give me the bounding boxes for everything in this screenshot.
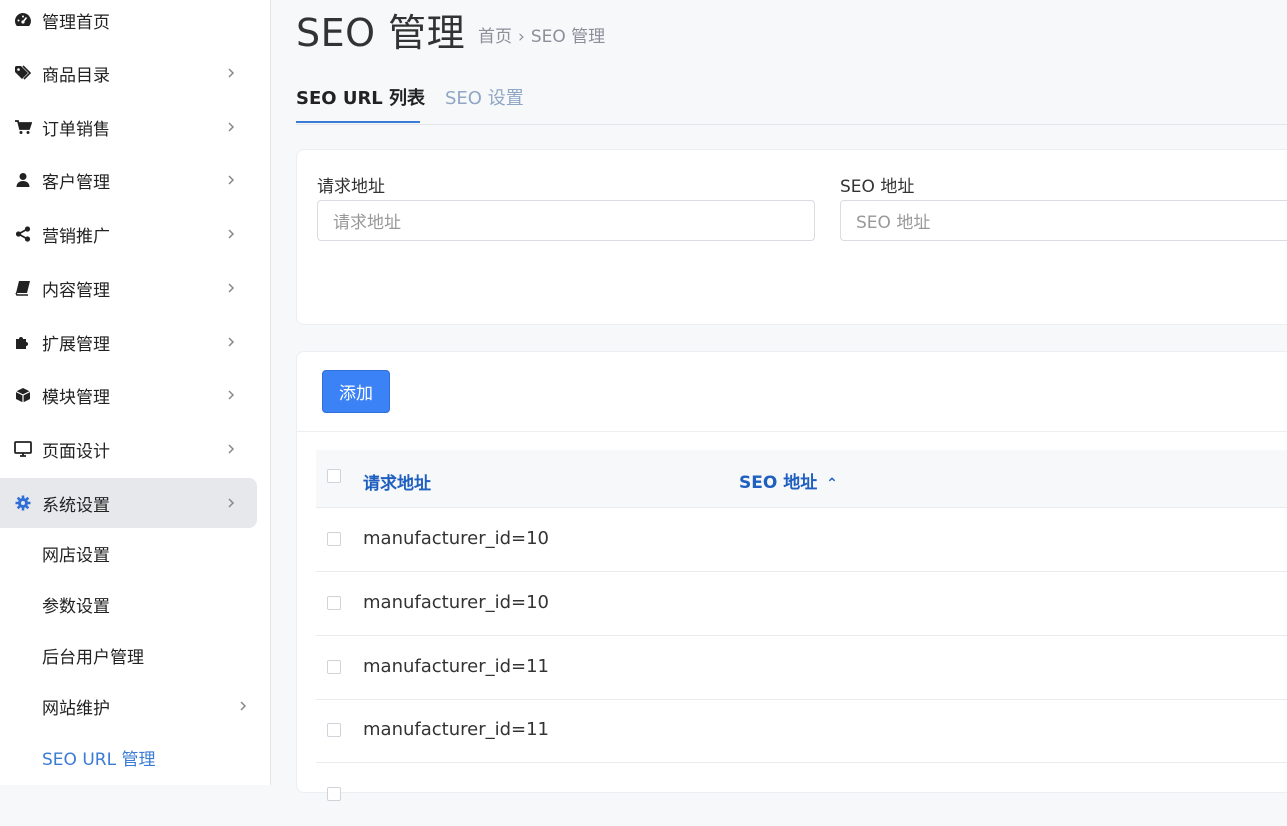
page-title: SEO 管理 bbox=[296, 11, 466, 55]
sidebar-item-system-settings[interactable]: 系统设置 bbox=[0, 478, 257, 528]
tab-seo-url-list[interactable]: SEO URL 列表 bbox=[296, 84, 425, 110]
monitor-icon bbox=[14, 440, 32, 458]
table-row[interactable]: manufacturer_id=11 bbox=[316, 636, 1287, 700]
sidebar-item-label: 扩展管理 bbox=[42, 334, 110, 355]
cart-icon bbox=[14, 118, 32, 136]
puzzle-icon bbox=[14, 333, 32, 351]
select-all-checkbox[interactable] bbox=[327, 469, 341, 483]
sidebar-item-label: 订单销售 bbox=[42, 119, 110, 140]
chevron-right-icon bbox=[228, 68, 235, 78]
chevron-right-icon bbox=[228, 444, 235, 454]
table-row[interactable]: manufacturer_id=11 bbox=[316, 699, 1287, 763]
tab-seo-settings[interactable]: SEO 设置 bbox=[445, 84, 524, 110]
request-cell: manufacturer_id=11 bbox=[363, 719, 550, 740]
sidebar-item-label: 营销推广 bbox=[42, 226, 110, 247]
table-row[interactable] bbox=[316, 763, 1287, 826]
add-button[interactable]: 添加 bbox=[322, 370, 390, 413]
row-checkbox[interactable] bbox=[327, 532, 341, 546]
filter-card: 请求地址 请求地址 SEO 地址 SEO 地址 bbox=[296, 149, 1287, 325]
breadcrumb-current: SEO 管理 bbox=[530, 27, 606, 47]
tab-bar: SEO URL 列表 SEO 设置 bbox=[296, 70, 1287, 125]
sidebar-item-label: 客户管理 bbox=[42, 172, 110, 193]
sidebar-subitem-store-settings[interactable]: 网店设置 bbox=[42, 538, 110, 568]
request-cell: manufacturer_id=10 bbox=[363, 528, 550, 549]
request-cell: manufacturer_id=10 bbox=[363, 592, 550, 613]
column-header-seo-label: SEO 地址 bbox=[739, 473, 818, 493]
gear-icon bbox=[14, 494, 32, 512]
breadcrumb: 首页 › SEO 管理 bbox=[478, 22, 605, 47]
request-address-label: 请求地址 bbox=[317, 177, 385, 197]
sidebar-item-catalog[interactable]: 商品目录 bbox=[0, 48, 257, 98]
chevron-right-icon bbox=[228, 229, 235, 239]
sidebar-item-label: 模块管理 bbox=[42, 387, 110, 408]
seo-address-input[interactable]: SEO 地址 bbox=[840, 200, 1287, 241]
chevron-right-icon bbox=[228, 390, 235, 400]
sidebar-item-marketing[interactable]: 营销推广 bbox=[0, 209, 257, 259]
column-header-request[interactable]: 请求地址 bbox=[363, 469, 431, 494]
sidebar-item-label: 页面设计 bbox=[42, 441, 110, 462]
cube-icon bbox=[14, 386, 32, 404]
breadcrumb-home[interactable]: 首页 bbox=[478, 27, 512, 47]
tags-icon bbox=[14, 64, 32, 82]
dashboard-icon bbox=[14, 11, 32, 29]
chevron-right-icon bbox=[228, 498, 235, 508]
chevron-right-icon bbox=[240, 701, 247, 711]
user-icon bbox=[14, 171, 32, 189]
request-address-input[interactable]: 请求地址 bbox=[317, 200, 815, 241]
sidebar-item-label: 管理首页 bbox=[42, 12, 110, 33]
row-checkbox[interactable] bbox=[327, 596, 341, 610]
request-cell: manufacturer_id=11 bbox=[363, 656, 550, 677]
table-header: 请求地址 SEO 地址 ⌃ bbox=[316, 450, 1287, 508]
table-row[interactable]: manufacturer_id=10 bbox=[316, 572, 1287, 636]
divider bbox=[297, 431, 1287, 432]
sidebar-item-label: 内容管理 bbox=[42, 280, 110, 301]
seo-address-label: SEO 地址 bbox=[840, 177, 915, 197]
chevron-right-icon bbox=[228, 175, 235, 185]
active-tab-indicator bbox=[296, 121, 420, 123]
sidebar-item-dashboard[interactable]: 管理首页 bbox=[0, 0, 257, 45]
sidebar-item-extensions[interactable]: 扩展管理 bbox=[0, 317, 257, 367]
column-header-seo[interactable]: SEO 地址 ⌃ bbox=[739, 468, 838, 493]
breadcrumb-separator: › bbox=[518, 27, 525, 47]
book-icon bbox=[14, 279, 32, 297]
row-checkbox[interactable] bbox=[327, 787, 341, 801]
row-checkbox[interactable] bbox=[327, 723, 341, 737]
chevron-right-icon bbox=[228, 337, 235, 347]
sidebar-subitem-parameters[interactable]: 参数设置 bbox=[42, 589, 110, 619]
sidebar-item-modules[interactable]: 模块管理 bbox=[0, 370, 257, 420]
sidebar-subitem-seo-url[interactable]: SEO URL 管理 bbox=[42, 742, 155, 772]
sidebar-item-content[interactable]: 内容管理 bbox=[0, 263, 257, 313]
share-icon bbox=[14, 225, 32, 243]
sidebar-item-label: 商品目录 bbox=[42, 65, 110, 86]
sidebar-item-label: 系统设置 bbox=[42, 495, 110, 516]
chevron-right-icon bbox=[228, 283, 235, 293]
sidebar-item-customers[interactable]: 客户管理 bbox=[0, 155, 257, 205]
sidebar-item-orders[interactable]: 订单销售 bbox=[0, 102, 257, 152]
chevron-right-icon bbox=[228, 122, 235, 132]
sidebar: 管理首页 商品目录 订单销售 客户管理 营销推广 内容管理 扩展管理 模块管理 … bbox=[0, 0, 271, 785]
list-card: 添加 请求地址 SEO 地址 ⌃ manufacturer_id=10 manu… bbox=[296, 351, 1287, 801]
sort-asc-icon: ⌃ bbox=[826, 476, 838, 492]
row-checkbox[interactable] bbox=[327, 660, 341, 674]
sidebar-subitem-maintenance[interactable]: 网站维护 bbox=[42, 691, 110, 721]
table-row[interactable]: manufacturer_id=10 bbox=[316, 508, 1287, 572]
sidebar-item-design[interactable]: 页面设计 bbox=[0, 424, 257, 474]
sidebar-subitem-admin-users[interactable]: 后台用户管理 bbox=[42, 640, 144, 670]
